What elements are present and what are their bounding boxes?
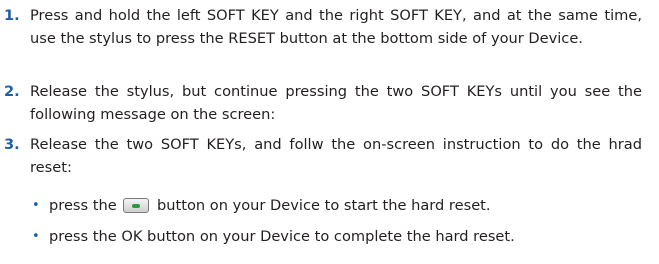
step-text: Press and hold the left SOFT KEY and the… (30, 7, 642, 47)
bullet-text-after-icon: button on your Device to start the hard … (152, 197, 491, 214)
bullet-item-complete-reset: • press the OK button on your Device to … (30, 225, 650, 248)
bullet-item-start-reset: • press the button on your Device to sta… (30, 194, 650, 217)
green-phone-key-icon (123, 198, 150, 213)
step-number: 3. (4, 136, 20, 153)
step-2: 2. Release the stylus, but continue pres… (0, 80, 650, 126)
bullet-text-before-icon: press the (49, 197, 122, 214)
bullet-marker: • (32, 229, 40, 244)
bullet-text: press the button on your Device to start… (49, 197, 491, 214)
bullet-marker: • (32, 198, 40, 213)
step-number: 2. (4, 83, 20, 100)
instruction-list: 1. Press and hold the left SOFT KEY and … (0, 0, 659, 264)
step-text: Release the stylus, but continue pressin… (30, 83, 642, 123)
step-1: 1. Press and hold the left SOFT KEY and … (0, 4, 650, 50)
step-number: 1. (4, 7, 20, 24)
bullet-text: press the OK button on your Device to co… (49, 228, 515, 245)
step-text: Release the two SOFT KEYs, and follw the… (30, 136, 642, 176)
step-3: 3. Release the two SOFT KEYs, and follw … (0, 133, 650, 179)
